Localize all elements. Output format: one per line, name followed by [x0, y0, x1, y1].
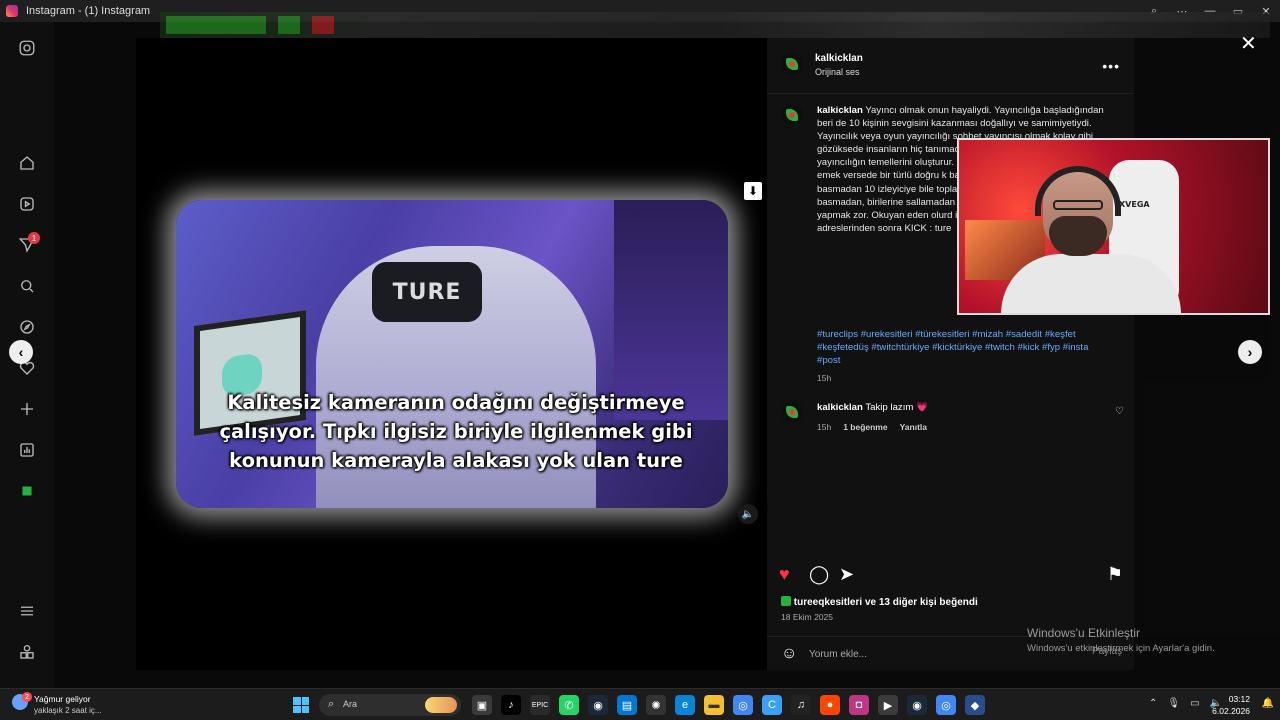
menu-icon[interactable]: [17, 601, 37, 621]
post-header: kalkicklan Orijinal ses •••: [767, 38, 1134, 94]
search-icon[interactable]: [17, 276, 37, 296]
post-date: 18 Ekim 2025: [781, 612, 833, 622]
instagram-app-icon: [6, 5, 18, 17]
comment-like-icon[interactable]: ♡: [1115, 406, 1124, 417]
caption-author-avatar[interactable]: [781, 104, 803, 126]
liked-by-rest[interactable]: ve 13 diğer kişi beğendi: [865, 597, 978, 608]
dashboard-icon[interactable]: [17, 440, 37, 460]
audio-label[interactable]: Orijinal ses: [815, 67, 860, 77]
create-icon[interactable]: [17, 399, 37, 419]
weather-subtitle: yaklaşık 2 saat iç...: [34, 706, 102, 715]
microphone-icon[interactable]: 🎙: [1167, 698, 1180, 709]
instagram-taskbar-icon[interactable]: ◘: [849, 695, 869, 715]
comment-meta: 15h 1 beğenme Yanıtla: [817, 422, 927, 432]
previous-post-button[interactable]: ‹: [9, 340, 33, 364]
profile-avatar-icon[interactable]: [17, 481, 37, 501]
background-feed-strip: [160, 12, 1270, 38]
author-avatar[interactable]: [781, 53, 803, 75]
post-actions: ♥ ◯ ➤ ⚑: [779, 564, 1123, 588]
like-heart-icon[interactable]: ♥: [779, 564, 790, 585]
search-icon: ⌕: [328, 698, 335, 710]
file-explorer-icon[interactable]: ▬: [704, 695, 724, 715]
steam-icon[interactable]: ◉: [588, 695, 608, 715]
task-view-icon[interactable]: ▣: [472, 695, 492, 715]
notification-badge: 1: [28, 232, 40, 244]
notification-bell-icon[interactable]: 🔔: [1262, 698, 1274, 709]
epic-games-icon[interactable]: EPIC: [530, 695, 550, 715]
share-icon[interactable]: ➤: [839, 564, 854, 585]
more-options-icon[interactable]: •••: [1102, 58, 1120, 74]
chair-pillow-brand: TURE: [372, 262, 482, 322]
activation-subtitle: Windows'u etkinleştirmek için Ayarlar'a …: [1027, 643, 1215, 654]
start-button[interactable]: [293, 697, 309, 713]
video-subtitle: Kalitesiz kameranın odağını değiştirmeye…: [219, 391, 693, 472]
windows-activation-watermark: Windows'u Etkinleştir Windows'u etkinleş…: [1027, 626, 1215, 654]
video-frame[interactable]: TURE Kalitesiz kameranın odağını değişti…: [176, 200, 728, 508]
comment: kalkicklan Takip lazım 💗: [817, 402, 928, 413]
also-from-meta-icon[interactable]: [17, 642, 37, 662]
window-title: Instagram - (1) Instagram: [26, 5, 151, 17]
app-icon[interactable]: ◆: [965, 695, 985, 715]
liker-avatar-icon: [781, 596, 791, 606]
close-modal-icon[interactable]: ✕: [1240, 31, 1257, 56]
clock-date: 6.02.2026: [1212, 706, 1250, 716]
comment-input[interactable]: [809, 645, 1059, 663]
activation-title: Windows'u Etkinleştir: [1027, 626, 1140, 640]
bookmark-icon[interactable]: ⚑: [1107, 564, 1123, 585]
search-highlight-art: [425, 697, 457, 713]
likes-summary: tureeqkesitleri ve 13 diğer kişi beğendi: [781, 596, 978, 608]
whatsapp-icon[interactable]: ✆: [559, 695, 579, 715]
weather-title: Yağmur geliyor: [34, 694, 91, 704]
comment-icon[interactable]: ◯: [809, 564, 829, 585]
author-username[interactable]: kalkicklan: [815, 53, 863, 64]
chrome-alt-icon[interactable]: ◎: [936, 695, 956, 715]
comment-time: 15h: [817, 422, 832, 432]
chatgpt-icon[interactable]: ✺: [646, 695, 666, 715]
weather-badge: 2: [22, 692, 32, 702]
audio-app-icon[interactable]: ♫: [791, 695, 811, 715]
comment-author-avatar[interactable]: [781, 401, 803, 423]
download-icon[interactable]: ⬇: [744, 182, 762, 200]
next-post-button[interactable]: ›: [1238, 340, 1262, 364]
caption-time: 15h: [817, 373, 832, 383]
reels-icon[interactable]: [17, 194, 37, 214]
webcam-overlay: XVEGA: [957, 138, 1270, 315]
instagram-logo-icon[interactable]: [17, 38, 37, 58]
media-player-icon[interactable]: ▶: [878, 695, 898, 715]
caption-author[interactable]: kalkicklan: [817, 105, 863, 116]
comment-author[interactable]: kalkicklan: [817, 402, 863, 413]
clock-time: 03:12: [1228, 694, 1250, 704]
tiktok-icon[interactable]: ♪: [501, 695, 521, 715]
taskbar-search[interactable]: ⌕ Ara: [319, 694, 461, 716]
emoji-icon[interactable]: ☺: [781, 645, 797, 663]
post-details-panel: kalkicklan Orijinal ses ••• kalkicklan Y…: [767, 38, 1134, 670]
home-icon[interactable]: [17, 153, 37, 173]
clock[interactable]: 03:12 6.02.2026: [1212, 693, 1250, 717]
network-icon[interactable]: ▭: [1190, 698, 1199, 709]
audio-toggle-icon[interactable]: 🔈: [738, 504, 758, 524]
comment-likes[interactable]: 1 beğenme: [843, 422, 887, 432]
chrome-icon[interactable]: ◎: [733, 695, 753, 715]
edge-icon[interactable]: e: [675, 695, 695, 715]
explore-icon[interactable]: [17, 317, 37, 337]
comment-text: Takip lazım 💗: [865, 402, 928, 413]
comment-reply-button[interactable]: Yanıtla: [900, 422, 927, 432]
system-tray: ⌃ 🎙 ▭ 🔈: [1149, 698, 1222, 709]
weather-widget[interactable]: 2 Yağmur geliyor yaklaşık 2 saat iç...: [12, 692, 132, 718]
tray-overflow-icon[interactable]: ⌃: [1149, 698, 1157, 709]
store-icon[interactable]: ▤: [617, 695, 637, 715]
reddit-icon[interactable]: ●: [820, 695, 840, 715]
post-hashtags[interactable]: #tureclips #urekesitleri #türekesitleri …: [817, 328, 1113, 367]
steam-alt-icon[interactable]: ◉: [907, 695, 927, 715]
streamer: [1001, 166, 1181, 313]
liked-by-user[interactable]: tureeqkesitleri: [794, 597, 862, 608]
browser-icon[interactable]: C: [762, 695, 782, 715]
windows-taskbar: 2 Yağmur geliyor yaklaşık 2 saat iç... ⌕…: [0, 688, 1280, 720]
search-label: Ara: [343, 699, 358, 709]
